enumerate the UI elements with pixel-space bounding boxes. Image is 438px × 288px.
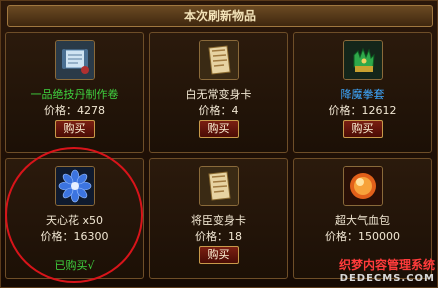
scroll-icon[interactable] — [54, 40, 95, 80]
item-price: 价格：16300 — [40, 230, 109, 243]
buy-button[interactable]: 购买 — [198, 246, 239, 264]
gauntlet-icon[interactable] — [342, 40, 383, 80]
item-name: 天心花 x50 — [45, 214, 103, 227]
buy-button[interactable]: 购买 — [54, 120, 95, 138]
transform-card-icon[interactable] — [198, 166, 239, 206]
buy-button[interactable]: 购买 — [198, 120, 239, 138]
shop-item-card: 天心花 x50 价格：16300 已购买√ — [5, 158, 144, 279]
shop-item-card: 将臣变身卡 价格：18 购买 — [149, 158, 288, 279]
item-price: 价格：12612 — [328, 104, 397, 117]
buy-button[interactable]: 购买 — [342, 120, 383, 138]
item-price: 价格：18 — [195, 230, 242, 243]
watermark: 织梦内容管理系统 DEDECMS.COM — [338, 258, 435, 285]
transform-card-icon[interactable] — [198, 40, 239, 80]
item-name: 一品绝技丹制作卷 — [30, 88, 119, 101]
blue-flower-icon[interactable] — [54, 166, 95, 206]
bought-status: 已购买√ — [54, 259, 95, 272]
item-price: 价格：4 — [198, 104, 239, 117]
shop-item-card: 降魔拳套 价格：12612 购买 — [293, 32, 432, 153]
health-orb-icon[interactable] — [342, 166, 383, 206]
item-price: 价格：150000 — [325, 230, 400, 243]
panel-title: 本次刷新物品 — [7, 5, 433, 27]
shop-panel: 本次刷新物品 一品绝技丹制作卷 价格：4278 购买 白无常变身卡 价格：4 购… — [0, 0, 438, 288]
item-name: 降魔拳套 — [340, 88, 385, 101]
shop-item-card: 一品绝技丹制作卷 价格：4278 购买 — [5, 32, 144, 153]
item-price: 价格：4278 — [44, 104, 105, 117]
item-name: 超大气血包 — [335, 214, 390, 227]
item-name: 将臣变身卡 — [191, 214, 246, 227]
item-name: 白无常变身卡 — [185, 88, 252, 101]
shop-item-card: 白无常变身卡 价格：4 购买 — [149, 32, 288, 153]
